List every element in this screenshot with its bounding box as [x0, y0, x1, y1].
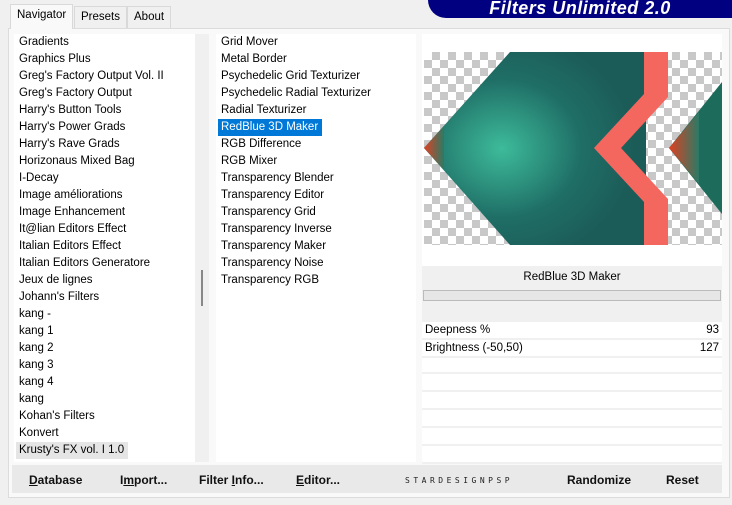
tab-presets[interactable]: Presets: [74, 6, 127, 28]
param-empty: [422, 394, 722, 410]
param-label: Brightness (-50,50): [425, 342, 523, 354]
list-item[interactable]: Image améliorations: [14, 187, 195, 204]
watermark: STARDESIGNPSP: [405, 476, 514, 485]
list-item[interactable]: Johann's Filters: [14, 289, 195, 306]
list-item[interactable]: Grid Mover: [216, 34, 416, 51]
list-item[interactable]: Konvert: [14, 425, 195, 442]
editor-button[interactable]: Editor...: [296, 473, 340, 487]
list-item[interactable]: I-Decay: [14, 170, 195, 187]
list-item[interactable]: RGB Mixer: [216, 153, 416, 170]
list-item[interactable]: Harry's Rave Grads: [14, 136, 195, 153]
list-item[interactable]: Italian Editors Effect: [14, 238, 195, 255]
filter-title: RedBlue 3D Maker: [523, 271, 621, 283]
filter-name-panel: RedBlue 3D Maker: [422, 266, 722, 323]
param-empty: [422, 412, 722, 428]
progress-bar: [423, 290, 721, 301]
param-deepness[interactable]: Deepness % 93: [422, 322, 722, 340]
list-item[interactable]: kang 4: [14, 374, 195, 391]
list-item[interactable]: Transparency Editor: [216, 187, 416, 204]
preview-image: [424, 52, 722, 245]
list-item[interactable]: Transparency Grid: [216, 204, 416, 221]
list-item[interactable]: RedBlue 3D Maker: [218, 119, 323, 136]
list-item[interactable]: It@lian Editors Effect: [14, 221, 195, 238]
param-value: 127: [699, 342, 719, 354]
reset-button[interactable]: Reset: [666, 473, 699, 487]
category-list[interactable]: Gradients Graphics Plus Greg's Factory Out…: [14, 34, 195, 462]
list-item[interactable]: Krusty's FX vol. I 1.0: [16, 442, 129, 459]
list-item[interactable]: Graphics Plus: [14, 51, 195, 68]
category-scrollbar[interactable]: [195, 34, 209, 462]
list-item[interactable]: kang -: [14, 306, 195, 323]
list-item[interactable]: RGB Difference: [216, 136, 416, 153]
list-item[interactable]: Transparency Noise: [216, 255, 416, 272]
param-empty: [422, 448, 722, 464]
list-item[interactable]: Metal Border: [216, 51, 416, 68]
list-item[interactable]: kang 2: [14, 340, 195, 357]
list-item[interactable]: Harry's Power Grads: [14, 119, 195, 136]
filter-info-button[interactable]: Filter Info...: [199, 473, 264, 487]
app-banner: Filters Unlimited 2.0: [428, 0, 732, 18]
list-item[interactable]: Kohan's Filters: [14, 408, 195, 425]
database-button[interactable]: Database: [29, 473, 82, 487]
param-empty: [422, 358, 722, 374]
list-item[interactable]: Psychedelic Grid Texturizer: [216, 68, 416, 85]
list-item[interactable]: Transparency RGB: [216, 272, 416, 289]
list-item[interactable]: Psychedelic Radial Texturizer: [216, 85, 416, 102]
param-empty: [422, 430, 722, 446]
list-item[interactable]: kang: [14, 391, 195, 408]
list-item[interactable]: Greg's Factory Output Vol. II: [14, 68, 195, 85]
button-bar: Database Import... Filter Info... Editor…: [12, 465, 722, 493]
list-item[interactable]: Greg's Factory Output: [14, 85, 195, 102]
param-empty: [422, 376, 722, 392]
list-item[interactable]: Italian Editors Generatore: [14, 255, 195, 272]
param-value: 93: [706, 324, 719, 336]
tab-navigator[interactable]: Navigator: [10, 4, 74, 29]
import-button[interactable]: Import...: [120, 473, 167, 487]
list-item[interactable]: Jeux de lignes: [14, 272, 195, 289]
tab-about[interactable]: About: [127, 6, 172, 28]
list-item[interactable]: Radial Texturizer: [216, 102, 416, 119]
list-item[interactable]: kang 1: [14, 323, 195, 340]
list-item[interactable]: Transparency Maker: [216, 238, 416, 255]
list-item[interactable]: Transparency Inverse: [216, 221, 416, 238]
list-item[interactable]: Image Enhancement: [14, 204, 195, 221]
list-item[interactable]: Transparency Blender: [216, 170, 416, 187]
list-item[interactable]: kang 3: [14, 357, 195, 374]
list-item[interactable]: Gradients: [14, 34, 195, 51]
filter-list[interactable]: Grid Mover Metal Border Psychedelic Grid T…: [216, 34, 416, 462]
list-item[interactable]: Harry's Button Tools: [14, 102, 195, 119]
param-label: Deepness %: [425, 324, 491, 336]
param-brightness[interactable]: Brightness (-50,50) 127: [422, 340, 722, 358]
randomize-button[interactable]: Randomize: [567, 473, 631, 487]
scrollbar-thumb[interactable]: [201, 270, 203, 306]
list-item[interactable]: Horizonaus Mixed Bag: [14, 153, 195, 170]
